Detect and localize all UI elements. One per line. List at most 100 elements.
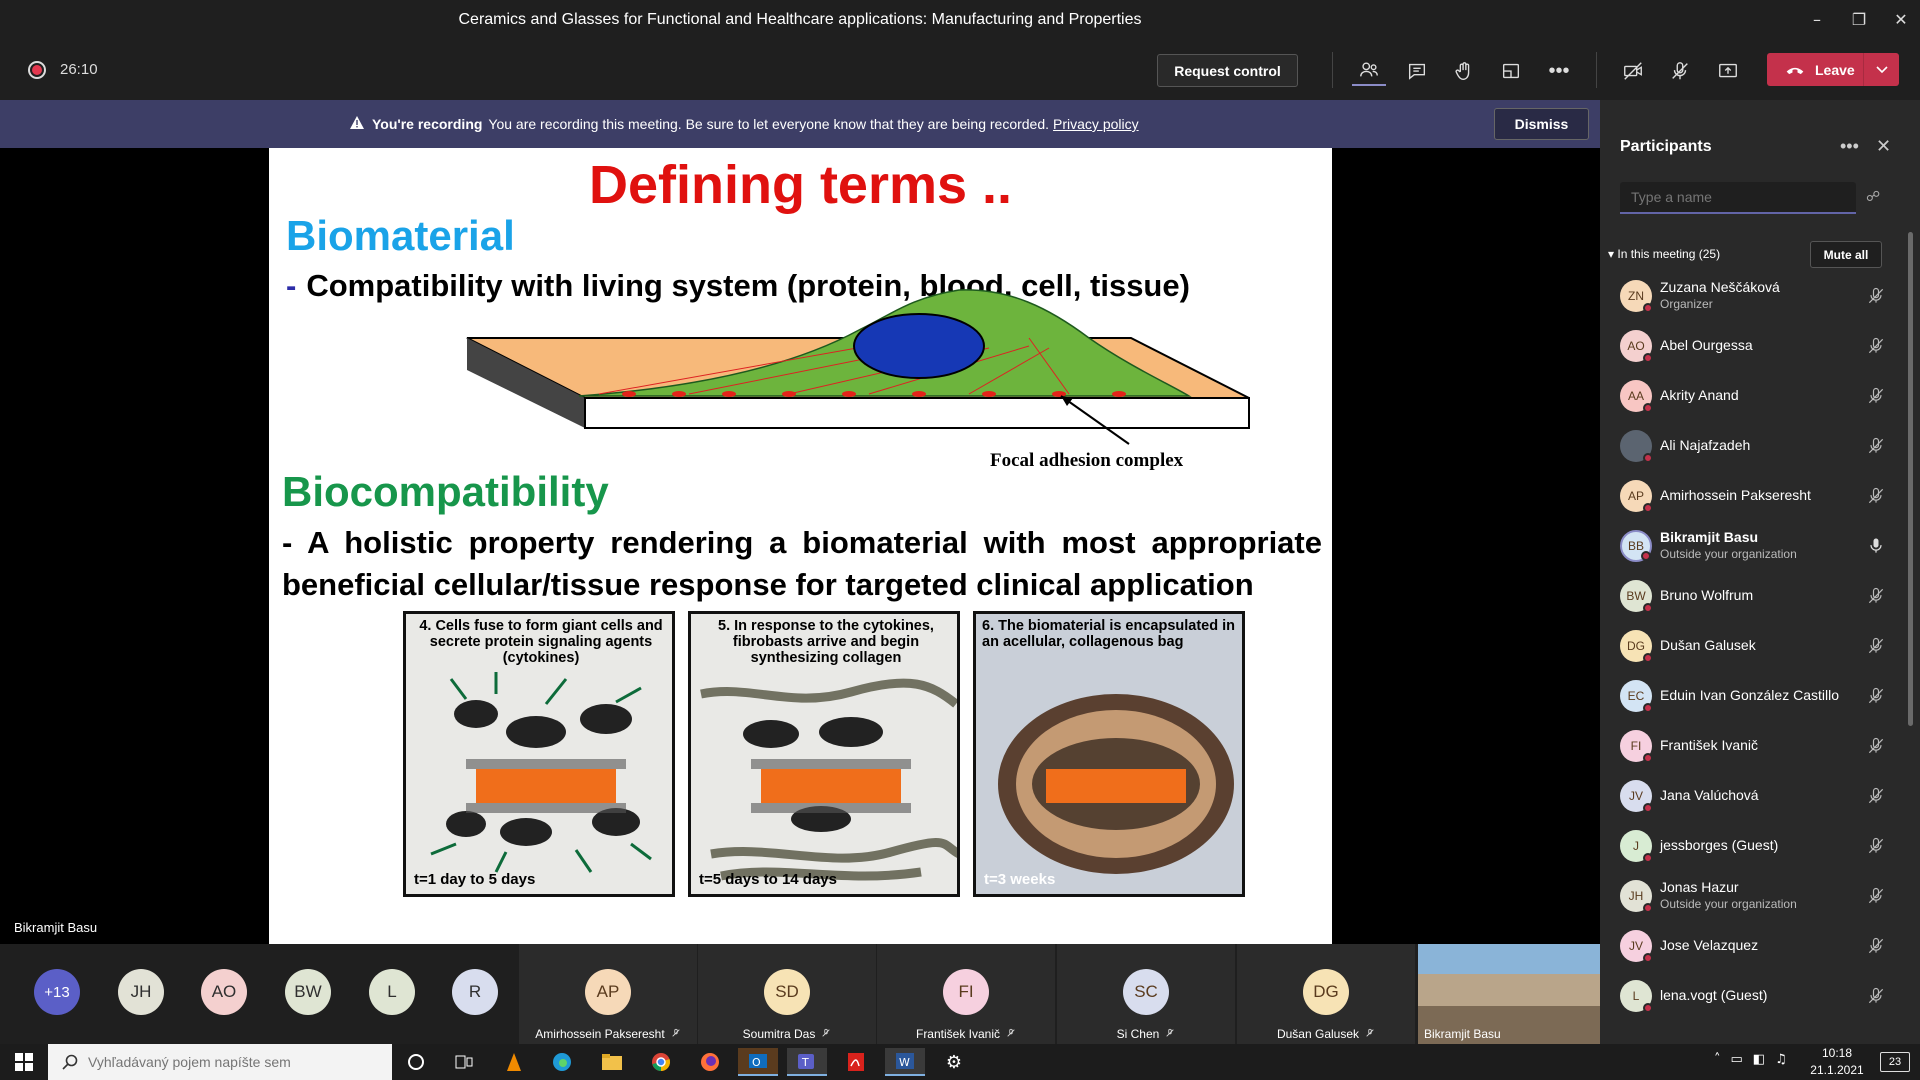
tile-avatar: DG <box>1303 969 1349 1015</box>
participant-row[interactable]: JV Jose Velazquez <box>1620 924 1890 968</box>
acrobat-icon[interactable] <box>836 1048 876 1076</box>
recording-banner-text: You're recording You are recording this m… <box>350 116 1139 132</box>
cortana-icon[interactable] <box>396 1048 436 1076</box>
taskbar-clock[interactable]: 10:18 21.1.2021 <box>1802 1045 1872 1079</box>
microphone-muted-icon[interactable] <box>1866 886 1886 906</box>
microphone-muted-icon[interactable] <box>1866 736 1886 756</box>
presence-status-icon <box>1643 653 1653 663</box>
participant-tile[interactable]: FI František Ivanič <box>877 944 1055 1044</box>
privacy-policy-link[interactable]: Privacy policy <box>1053 116 1139 132</box>
dismiss-button[interactable]: Dismiss <box>1494 108 1589 140</box>
recording-message: You are recording this meeting. Be sure … <box>488 116 1050 132</box>
microphone-muted-icon[interactable] <box>1866 286 1886 306</box>
strip-avatar[interactable]: AO <box>201 969 247 1015</box>
participant-row[interactable]: JH Jonas Hazur Outside your organization <box>1620 874 1890 918</box>
breakout-rooms-icon[interactable] <box>1494 56 1528 86</box>
leave-options-chevron-icon[interactable] <box>1863 53 1899 86</box>
leave-button[interactable]: Leave <box>1767 53 1899 86</box>
microphone-muted-icon[interactable] <box>1866 336 1886 356</box>
microphone-muted-icon[interactable] <box>1866 486 1886 506</box>
overflow-participants-button[interactable]: +13 <box>34 969 80 1015</box>
muted-mic-icon <box>1359 1027 1375 1041</box>
participant-tile[interactable]: DG Dušan Galusek <box>1237 944 1415 1044</box>
microphone-muted-icon[interactable] <box>1866 636 1886 656</box>
participant-row[interactable]: Llena.vogt (Guest) <box>1620 974 1890 1018</box>
share-screen-icon[interactable] <box>1711 56 1745 86</box>
system-tray-icons[interactable]: ˄▭◧♫ <box>1714 1052 1797 1067</box>
chat-icon[interactable] <box>1400 56 1434 86</box>
settings-gear-icon[interactable]: ⚙ <box>934 1048 974 1076</box>
clock-time: 10:18 <box>1821 1046 1853 1060</box>
participant-tile[interactable]: AP Amirhossein Pakseresht <box>519 944 697 1044</box>
in-meeting-section-header[interactable]: ▾ In this meeting (25) <box>1608 247 1720 261</box>
presence-status-icon <box>1643 603 1653 613</box>
panel-more-icon[interactable]: ••• <box>1840 136 1859 157</box>
participant-search-input[interactable] <box>1620 182 1856 214</box>
recording-banner: You're recording You are recording this m… <box>0 100 1600 148</box>
participant-row[interactable]: DG Dušan Galusek <box>1620 624 1890 668</box>
share-invite-link-icon[interactable]: ☍ <box>1866 188 1880 205</box>
avatar-initials: EC <box>1627 689 1645 703</box>
muted-mic-icon <box>815 1027 831 1041</box>
tile-name: Si Chen <box>1057 1027 1235 1041</box>
participant-row[interactable]: JV Jana Valúchová <box>1620 774 1890 818</box>
taskbar-search-input[interactable] <box>48 1044 392 1080</box>
participant-row[interactable]: BW Bruno Wolfrum <box>1620 574 1890 618</box>
task-view-icon[interactable] <box>444 1048 484 1076</box>
close-panel-icon[interactable]: ✕ <box>1876 136 1891 157</box>
request-control-button[interactable]: Request control <box>1157 54 1298 87</box>
tissue-response-panel: 6. The biomaterial is encapsulated in an… <box>973 611 1245 897</box>
microphone-muted-icon[interactable] <box>1866 936 1886 956</box>
avatar-initials: JV <box>1628 789 1643 803</box>
participant-tile[interactable]: SC Si Chen <box>1057 944 1235 1044</box>
avatar: BB <box>1620 530 1652 562</box>
word-icon[interactable]: W <box>885 1048 925 1076</box>
edge-icon[interactable] <box>542 1048 582 1076</box>
file-explorer-icon[interactable] <box>592 1048 632 1076</box>
microphone-on-icon[interactable] <box>1866 536 1886 556</box>
strip-avatar[interactable]: JH <box>118 969 164 1015</box>
participant-tile[interactable]: SD Soumitra Das <box>698 944 876 1044</box>
strip-avatar[interactable]: L <box>369 969 415 1015</box>
teams-icon[interactable]: T <box>787 1048 827 1076</box>
participant-row[interactable]: Jjessborges (Guest) <box>1620 824 1890 868</box>
participant-row[interactable]: AP Amirhossein Pakseresht <box>1620 474 1890 518</box>
avatar-initials: AA <box>1627 389 1644 403</box>
close-window-button[interactable]: ✕ <box>1878 0 1920 39</box>
participant-row[interactable]: AA Akrity Anand <box>1620 374 1890 418</box>
windows-start-icon[interactable] <box>4 1048 44 1076</box>
microphone-muted-icon[interactable] <box>1663 56 1697 86</box>
microphone-muted-icon[interactable] <box>1866 436 1886 456</box>
participant-role: Outside your organization <box>1660 897 1797 911</box>
outlook-icon[interactable]: O <box>738 1048 778 1076</box>
mute-all-button[interactable]: Mute all <box>1810 241 1882 268</box>
vlc-icon[interactable] <box>494 1048 534 1076</box>
participants-icon[interactable] <box>1352 56 1386 86</box>
more-actions-icon[interactable]: ••• <box>1542 56 1576 86</box>
microphone-muted-icon[interactable] <box>1866 786 1886 806</box>
microphone-muted-icon[interactable] <box>1866 386 1886 406</box>
notification-center-icon[interactable]: 23 <box>1880 1052 1910 1072</box>
microphone-muted-icon[interactable] <box>1866 686 1886 706</box>
microphone-muted-icon[interactable] <box>1866 836 1886 856</box>
strip-avatar[interactable]: R <box>452 969 498 1015</box>
participant-row[interactable]: AO Abel Ourgessa <box>1620 324 1890 368</box>
microphone-muted-icon[interactable] <box>1866 986 1886 1006</box>
presence-status-icon <box>1641 551 1651 561</box>
participant-row[interactable]: BB Bikramjit Basu Outside your organizatio… <box>1620 524 1890 568</box>
microphone-muted-icon[interactable] <box>1866 586 1886 606</box>
participant-row[interactable]: FI František Ivanič <box>1620 724 1890 768</box>
chrome-icon[interactable] <box>641 1048 681 1076</box>
participant-row[interactable]: ZN Zuzana Neščáková Organizer <box>1620 274 1890 318</box>
minimize-button[interactable]: – <box>1794 0 1840 39</box>
participant-row[interactable]: EC Eduin Ivan González Castillo <box>1620 674 1890 718</box>
svg-text:T: T <box>801 1056 809 1069</box>
restore-button[interactable]: ❐ <box>1836 0 1882 39</box>
participant-row[interactable]: Ali Najafzadeh <box>1620 424 1890 468</box>
firefox-icon[interactable] <box>690 1048 730 1076</box>
strip-avatar[interactable]: BW <box>285 969 331 1015</box>
participant-list-scrollbar[interactable] <box>1908 232 1913 726</box>
raise-hand-icon[interactable] <box>1447 56 1481 86</box>
svg-text:O: O <box>752 1056 761 1069</box>
camera-off-icon[interactable] <box>1616 56 1650 86</box>
